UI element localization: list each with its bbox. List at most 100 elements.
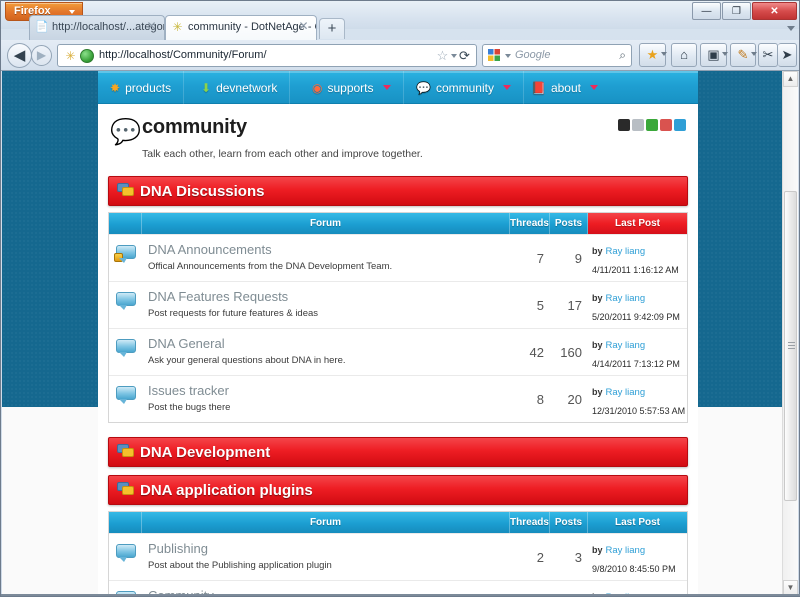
search-bar[interactable]: Google ⌕ [482, 44, 632, 67]
table-header-row: Forum Threads Posts Last Post [109, 213, 687, 234]
share-digg-icon[interactable] [660, 119, 672, 131]
asterisk-icon: ✸ [110, 80, 121, 95]
star-icon: ★ [646, 47, 659, 62]
nav-item-products-label: products [125, 80, 172, 95]
vertical-scrollbar[interactable]: ▲ ▼ [782, 71, 798, 596]
column-header-last-post: Last Post [588, 213, 687, 234]
search-icon[interactable]: ⌕ [619, 48, 626, 63]
scrollbar-thumb[interactable] [784, 191, 797, 501]
last-post-by-label: by [592, 293, 603, 303]
close-icon[interactable]: ✕ [145, 20, 158, 33]
share-delicious-icon[interactable] [632, 119, 644, 131]
last-post-user-link[interactable]: Ray liang [606, 545, 646, 556]
reload-icon[interactable]: ⟳ [457, 48, 472, 63]
new-tab-label: + [327, 20, 337, 37]
chevron-down-icon[interactable] [722, 52, 728, 56]
bookmark-star-icon[interactable]: ☆ [435, 48, 450, 63]
share-globe-icon[interactable] [674, 119, 686, 131]
forum-description: Post requests for future features & idea… [148, 308, 319, 319]
last-post-cell: by Ray liang 12/31/2010 5:57:53 AM [588, 376, 687, 422]
last-post-by-label: by [592, 246, 603, 256]
nav-item-about[interactable]: 📕 about [519, 71, 610, 104]
pencil-icon: ✎ [737, 47, 749, 62]
close-icon[interactable]: ✕ [297, 20, 310, 33]
page-viewport: ✸ products ⬇ devnetwork ◉ supports 💬 com… [2, 71, 798, 596]
last-post-by-label: by [592, 387, 603, 397]
forum-link[interactable]: DNA Announcements [148, 241, 510, 259]
nav-item-devnetwork[interactable]: ⬇ devnetwork [189, 71, 291, 104]
last-post-user-link[interactable]: Ray liang [606, 293, 646, 304]
browser-tab-2[interactable]: ✳ community - DotNetAge - CMS ✕ [165, 15, 317, 40]
forum-link[interactable]: Publishing [148, 540, 510, 558]
dotnetage-icon: ✳ [172, 20, 183, 34]
tab-list-dropdown-icon[interactable] [787, 26, 795, 31]
page-header: 💬 community Talk each other, learn from … [98, 104, 698, 170]
nav-item-devnetwork-label: devnetwork [216, 80, 278, 95]
column-header-threads: Threads [510, 213, 550, 234]
forum-link[interactable]: Issues tracker [148, 382, 510, 400]
column-header-forum: Forum [142, 512, 510, 533]
last-post-date: 5/20/2011 9:42:09 PM [592, 312, 680, 322]
column-header-posts: Posts [550, 512, 588, 533]
google-icon [487, 48, 502, 63]
nav-item-supports-label: supports [327, 80, 374, 95]
forward-button[interactable]: ▶ [31, 45, 52, 66]
forum-icon [109, 329, 142, 375]
firefox-window: Firefox — ❐ ✕ 📄 http://localhost/...ateg… [0, 0, 800, 597]
last-post-user-link[interactable]: Ray liang [606, 387, 646, 398]
share-feed-icon[interactable] [646, 119, 658, 131]
share-icons [618, 119, 686, 131]
new-tab-button[interactable]: + [319, 18, 345, 39]
nav-item-supports[interactable]: ◉ supports [300, 71, 404, 104]
last-post-cell: by Ray liang 9/8/2010 8:45:50 PM [588, 534, 687, 580]
content-panel: 💬 community Talk each other, learn from … [98, 104, 698, 596]
back-button[interactable]: ◀ [7, 43, 32, 68]
table-row[interactable]: DNA Announcements Offical Announcements … [109, 234, 687, 281]
forum-link[interactable]: DNA Features Requests [148, 288, 510, 306]
share-windows-icon[interactable] [618, 119, 630, 131]
scissors-icon: ✂ [762, 47, 774, 62]
forum-section-icon [117, 183, 135, 199]
window-bottom-edge [1, 594, 800, 596]
forum-icon [109, 534, 142, 580]
browser-tab-1[interactable]: 📄 http://localhost/...ategory/Settings ✕ [29, 15, 165, 40]
table-row[interactable]: DNA Features Requests Post requests for … [109, 281, 687, 328]
section-banner-dna-development[interactable]: DNA Development [108, 437, 688, 467]
chevron-down-icon: ▼ [786, 583, 795, 592]
forum-section-icon [117, 482, 135, 498]
tools-button[interactable]: ✂ [758, 43, 778, 67]
speech-bubbles-icon: 💬 [110, 118, 142, 146]
scroll-up-button[interactable]: ▲ [783, 71, 798, 87]
site-identity-icon[interactable] [80, 49, 94, 63]
nav-item-products[interactable]: ✸ products [98, 71, 185, 104]
posts-count: 9 [574, 250, 582, 266]
feed-button[interactable]: ➤ [778, 43, 797, 67]
section-banner-dna-application-plugins[interactable]: DNA application plugins [108, 475, 688, 505]
chevron-down-icon[interactable] [661, 52, 667, 56]
last-post-user-link[interactable]: Ray liang [606, 246, 646, 257]
nav-item-community-label: community [435, 80, 494, 95]
last-post-user-link[interactable]: Ray liang [606, 340, 646, 351]
column-header-icon [109, 213, 142, 234]
table-row[interactable]: Issues tracker Post the bugs there 8 20 … [109, 375, 687, 422]
address-bar[interactable]: ✳ http://localhost/Community/Forum/ ☆ ⟳ [57, 44, 477, 67]
home-icon: ⌂ [680, 47, 688, 62]
forum-locked-icon [109, 235, 142, 281]
section-banner-dna-discussions[interactable]: DNA Discussions [108, 176, 688, 206]
forum-description: Ask your general questions about DNA in … [148, 355, 346, 366]
nav-item-community[interactable]: 💬 community [404, 71, 524, 104]
forum-table-dna-application-plugins: Forum Threads Posts Last Post Publishing… [108, 511, 688, 596]
chevron-down-icon[interactable] [751, 52, 757, 56]
chevron-down-icon[interactable] [505, 54, 511, 58]
home-button[interactable]: ⌂ [671, 43, 697, 67]
search-input[interactable]: Google [515, 45, 550, 66]
table-row[interactable]: DNA General Ask your general questions a… [109, 328, 687, 375]
forum-link[interactable]: DNA General [148, 335, 510, 353]
page-title: community [142, 116, 247, 138]
last-post-cell: by Ray liang 4/14/2011 7:13:12 PM [588, 329, 687, 375]
section-title: DNA Discussions [140, 182, 265, 200]
last-post-by-label: by [592, 340, 603, 350]
column-header-icon [109, 512, 142, 533]
last-post-cell: by Ray liang 4/11/2011 1:16:12 AM [588, 235, 687, 281]
table-row[interactable]: Publishing Post about the Publishing app… [109, 533, 687, 580]
